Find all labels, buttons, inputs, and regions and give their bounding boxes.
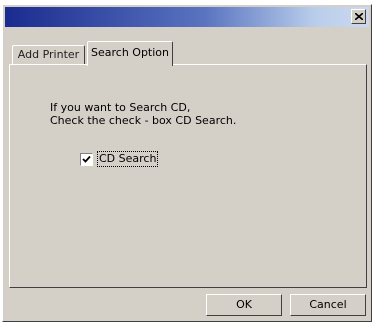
ok-button[interactable]: OK [206,294,282,316]
tab-add-printer[interactable]: Add Printer [12,45,85,65]
close-button[interactable] [351,9,366,24]
printer-dialog: Add Printer Search Option If you want to… [2,4,372,322]
close-icon [355,13,363,20]
search-option-panel: If you want to Search CD, Check the chec… [9,64,367,288]
instruction-line-1: If you want to Search CD, [50,101,191,114]
checkmark-icon [82,155,91,163]
title-bar[interactable] [5,7,369,27]
cancel-button[interactable]: Cancel [290,294,366,316]
tab-search-option[interactable]: Search Option [87,41,173,66]
instruction-line-2: Check the check - box CD Search. [50,114,237,127]
cd-search-label[interactable]: CD Search [96,151,159,167]
instruction-text: If you want to Search CD, Check the chec… [50,101,236,127]
cd-search-checkbox[interactable] [80,153,93,166]
